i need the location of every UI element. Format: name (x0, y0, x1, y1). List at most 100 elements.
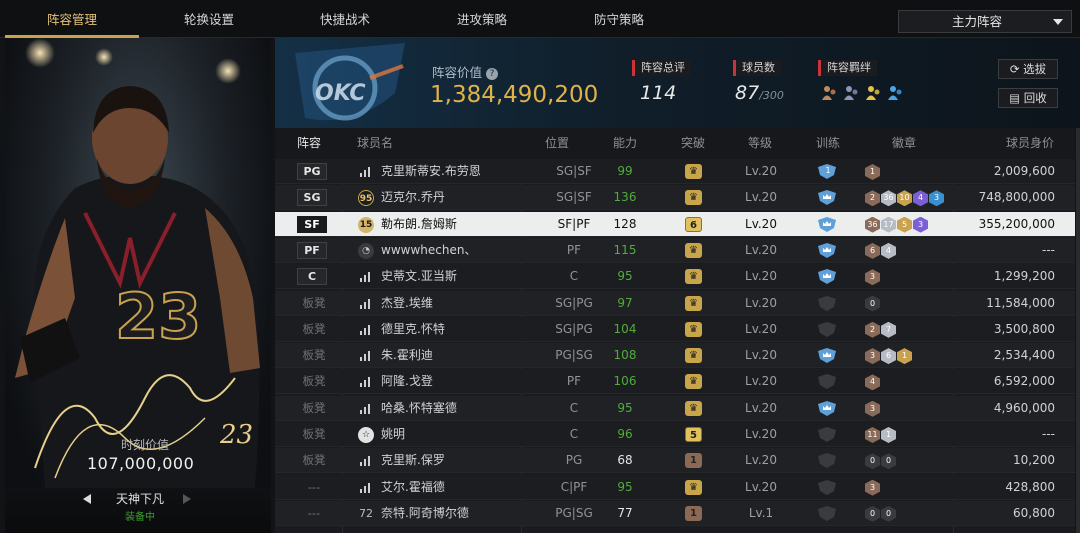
badge-list[interactable]: 36 17 5 3 (865, 216, 929, 233)
player-count-max: /300 (759, 89, 784, 102)
player-value: 11,584,000 (986, 295, 1055, 310)
training-crown-icon[interactable] (816, 347, 838, 364)
signal-icon (360, 167, 371, 177)
player-ability: 128 (613, 216, 637, 231)
badge-list[interactable]: 3 (865, 479, 881, 496)
col-badges[interactable]: 徽章 (892, 128, 916, 159)
training-empty-icon[interactable] (816, 373, 838, 390)
training-crown-icon[interactable] (816, 189, 838, 206)
badge-hex: 3 (865, 479, 880, 496)
player-ability: 97 (617, 295, 633, 310)
bond-icon-4[interactable] (887, 84, 903, 102)
chevron-right-icon[interactable] (183, 494, 191, 504)
lineup-select[interactable]: 主力阵容 (898, 10, 1072, 33)
player-portrait: 23 23 (15, 86, 260, 488)
tab-offense-strategy[interactable]: 进攻策略 (415, 0, 549, 38)
badge-list[interactable]: 00 (865, 505, 897, 522)
training-crown-icon[interactable] (816, 400, 838, 417)
badge-list[interactable]: 3 (865, 400, 881, 417)
player-ability: 115 (613, 242, 637, 257)
player-name: wwwwhechen、 (381, 242, 477, 257)
col-breakthrough[interactable]: 突破 (681, 128, 705, 159)
table-row[interactable]: SF 15 勒布朗.詹姆斯 SF|PF 128 6 Lv.20 36 17 5 3 355,200,0… (275, 211, 1075, 237)
training-empty-icon[interactable] (816, 505, 838, 522)
table-row[interactable]: 板凳 哈桑.怀特塞德 C 95 ♛ Lv.20 3 4,960,000 (275, 395, 1075, 421)
table-header: 阵容 球员名 位置 能力 突破 等级 训练 徽章 球员身价 (275, 128, 1075, 159)
player-number-badge: 72 (359, 506, 373, 520)
position-slot[interactable]: C (297, 268, 327, 286)
badge-list[interactable]: 3 (865, 268, 881, 286)
table-scrollbar[interactable] (1076, 128, 1080, 533)
tab-defense-strategy[interactable]: 防守策略 (552, 0, 686, 38)
training-crown-icon[interactable] (816, 268, 838, 285)
player-value: --- (1042, 427, 1055, 441)
col-name[interactable]: 球员名 (357, 128, 393, 159)
tab-lineup-management[interactable]: 阵容管理 (5, 0, 139, 38)
table-row[interactable]: 板凳 ☆ 姚明 C 96 5 Lv.20 11 1 --- (275, 422, 1075, 447)
tab-rotation-settings[interactable]: 轮换设置 (142, 0, 276, 38)
player-count-label: 球员数 (733, 60, 781, 76)
position-slot[interactable]: PG (297, 163, 327, 180)
badge-hex: 10 (897, 190, 912, 207)
recycle-button[interactable]: ▤ 回收 (998, 88, 1058, 108)
training-empty-icon[interactable] (816, 321, 838, 338)
table-row[interactable]: --- 艾尔.霍福德 C|PF 95 ♛ Lv.20 3 428,800 (275, 474, 1075, 500)
player-card[interactable]: 23 23 时刻价值 107,000,000 天神下凡 装备中 (5, 38, 271, 533)
training-empty-icon[interactable] (816, 295, 838, 312)
col-ability[interactable]: 能力 (613, 128, 637, 159)
badge-list[interactable]: 27 (865, 321, 897, 338)
table-row[interactable]: 板凳 阿隆.戈登 PF 106 ♛ Lv.20 4 6,592,000 (275, 369, 1075, 395)
bench-slot: 板凳 (302, 427, 326, 441)
player-level: Lv.20 (745, 269, 777, 284)
table-row[interactable]: 板凳 克里斯.保罗 PG 68 1 Lv.20 0 0 10,200 (275, 448, 1075, 474)
lineup-summary: OKC 阵容价值? 1,384,490,200 阵容总评 114 球员数 87/… (275, 38, 1080, 128)
table-row[interactable]: --- 72 奈特.阿奇博尔德 PG|SG 77 1 Lv.1 0 0 60,800 (275, 500, 1075, 526)
tab-quick-tactics[interactable]: 快捷战术 (278, 0, 412, 38)
table-row[interactable]: 板凳 德里克.怀特 SG|PG 104 ♛ Lv.20 2 7 3,500,800 (275, 316, 1075, 342)
badge-list[interactable]: 0 (865, 295, 881, 312)
training-crown-icon[interactable] (816, 242, 838, 259)
breakthrough-badge: 5 (685, 427, 702, 442)
badge-list[interactable]: 11 1 (865, 426, 897, 443)
bond-icon-3[interactable] (865, 84, 881, 102)
table-row[interactable]: 板凳 杰登.埃维 SG|PG 97 ♛ Lv.20 0 11,584,000 (275, 290, 1075, 316)
training-empty-icon[interactable] (816, 452, 838, 469)
training-empty-icon[interactable] (816, 426, 838, 443)
badge-list[interactable]: 1 (865, 163, 881, 180)
table-row[interactable]: 板凳 朱.霍利迪 PG|SG 108 ♛ Lv.20 3 6 1 2,534,400 (275, 343, 1075, 369)
chevron-down-icon (1053, 19, 1063, 25)
player-level: Lv.20 (745, 242, 777, 257)
training-empty-icon[interactable] (816, 479, 838, 496)
overall-label: 阵容总评 (632, 60, 691, 76)
table-row[interactable]: PF ◔ wwwwhechen、 PF 115 ♛ Lv.20 6 4 --- (275, 237, 1075, 263)
badge-hex: 3 (865, 269, 880, 286)
bond-icon-2[interactable] (843, 84, 859, 102)
chevron-left-icon[interactable] (83, 494, 91, 504)
player-name: 朱.霍利迪 (381, 348, 433, 363)
col-level[interactable]: 等级 (748, 128, 772, 159)
badge-hex: 5 (897, 216, 912, 233)
signal-icon (360, 482, 371, 493)
training-crown-icon[interactable] (816, 216, 838, 233)
col-training[interactable]: 训练 (816, 128, 840, 159)
help-icon[interactable]: ? (486, 67, 499, 80)
player-ability: 68 (617, 453, 633, 468)
badge-list[interactable]: 361 (865, 347, 913, 365)
col-position[interactable]: 位置 (545, 128, 569, 159)
table-row[interactable]: SG 95 迈克尔.乔丹 SG|SF 136 ♛ Lv.20 2 36 10 4 3 748,800,0… (275, 185, 1075, 211)
table-row[interactable]: PG 克里斯蒂安.布劳恩 SG|SF 99 ♛ Lv.20 1 1 2,009,600 (275, 159, 1075, 184)
badge-list[interactable]: 64 (865, 242, 897, 259)
col-value[interactable]: 球员身价 (1006, 128, 1054, 159)
player-count: 87/300 (735, 82, 784, 104)
player-name: 德里克.怀特 (381, 321, 445, 336)
table-row[interactable]: C 史蒂文.亚当斯 C 95 ♛ Lv.20 3 1,299,200 (275, 264, 1075, 290)
badge-hex: 17 (881, 216, 896, 233)
scout-button[interactable]: ⟳ 选拔 (998, 59, 1058, 79)
bond-icon-1[interactable] (821, 84, 837, 102)
badge-list[interactable]: 00 (865, 452, 897, 470)
position-slot[interactable]: SG (297, 189, 327, 207)
badge-list[interactable]: 2 36 10 4 3 (865, 189, 945, 207)
position-slot[interactable]: PF (297, 241, 327, 259)
position-slot[interactable]: SF (297, 215, 327, 233)
badge-list[interactable]: 4 (865, 373, 881, 391)
